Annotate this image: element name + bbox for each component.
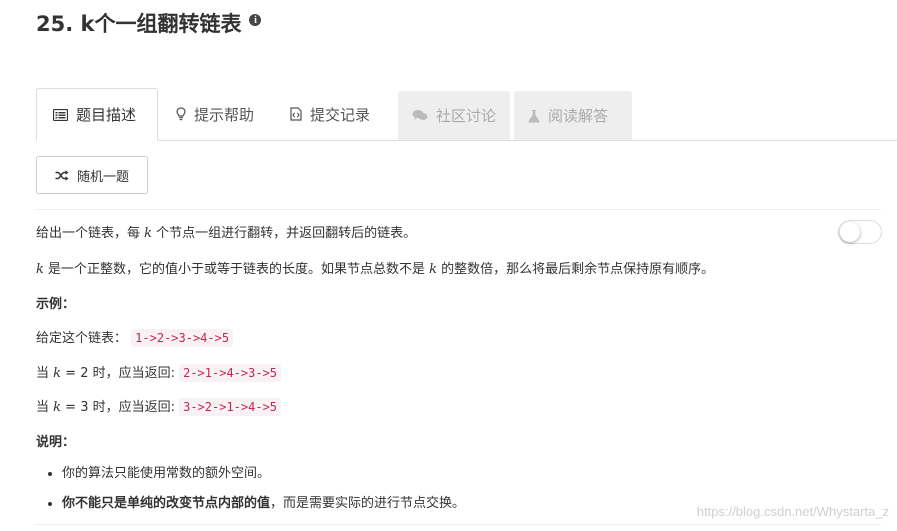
shuffle-icon: [55, 169, 69, 181]
tab-submissions[interactable]: 提交记录: [276, 88, 388, 140]
description-line-2: k 是一个正整数，它的值小于或等于链表的长度。如果节点总数不是 k 的整数倍，那…: [36, 262, 715, 277]
tab-bar: 题目描述 提示帮助 提交记录 社区讨论 阅读解答: [36, 88, 897, 141]
code-snippet: 3->2->1->4->5: [179, 398, 282, 416]
example-heading: 示例：: [36, 297, 76, 312]
info-icon[interactable]: i: [249, 14, 262, 26]
tab-label: 社区讨论: [436, 107, 497, 125]
example-case-1: 当 k = 2 时，应当返回: 2->1->4->3->5: [36, 362, 282, 382]
tab-solution[interactable]: 阅读解答: [514, 91, 632, 140]
flask-icon: [528, 109, 540, 123]
description-line-1: 给出一个链表，每 k 个节点一组进行翻转，并返回翻转后的链表。: [36, 226, 417, 241]
note-list: 你的算法只能使用常数的额外空间。 你不能只是单纯的改变节点内部的值，而是需要实际…: [36, 462, 465, 522]
page-title: 25. k个一组翻转链表: [36, 12, 242, 36]
example-given: 给定这个链表： 1->2->3->4->5: [36, 327, 234, 347]
tab-label: 提示帮助: [194, 105, 255, 124]
tab-hints[interactable]: 提示帮助: [162, 88, 272, 140]
random-question-button[interactable]: 随机一题: [36, 156, 148, 194]
code-file-icon: [290, 107, 302, 121]
divider: [36, 524, 881, 525]
note-heading: 说明：: [36, 435, 76, 450]
list-icon: [53, 108, 68, 121]
list-item: 你的算法只能使用常数的额外空间。: [62, 462, 465, 481]
toggle-knob: [840, 222, 860, 242]
code-snippet: 2->1->4->3->5: [179, 364, 282, 382]
tab-label: 阅读解答: [548, 107, 609, 125]
problem-header: 25. k个一组翻转链表 i: [36, 8, 262, 38]
watermark: https://blog.csdn.net/Whystarta_z: [696, 504, 889, 519]
code-snippet: 1->2->3->4->5: [131, 329, 234, 347]
tab-label: 题目描述: [76, 106, 137, 124]
tab-description[interactable]: 题目描述: [36, 88, 158, 141]
tab-label: 提交记录: [310, 105, 371, 124]
list-item: 你不能只是单纯的改变节点内部的值，而是需要实际的进行节点交换。: [62, 492, 465, 511]
divider: [36, 209, 881, 210]
lightbulb-icon: [176, 107, 186, 121]
toggle-switch[interactable]: [838, 220, 882, 244]
random-question-label: 随机一题: [76, 169, 129, 185]
tab-discuss[interactable]: 社区讨论: [398, 91, 510, 140]
example-case-2: 当 k = 3 时，应当返回: 3->2->1->4->5: [36, 396, 282, 416]
comments-icon: [412, 109, 428, 122]
